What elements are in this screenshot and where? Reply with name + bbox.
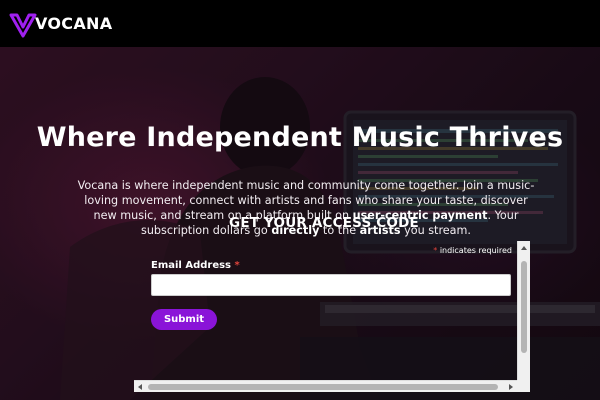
email-required-asterisk: * [234,260,240,271]
vocana-logo[interactable]: VOCANA [8,9,112,39]
site-header: VOCANA [0,0,600,47]
hero-title: Where Independent Music Thrives [36,122,564,153]
scroll-up-arrow-icon[interactable] [521,246,527,250]
email-field[interactable] [151,274,511,296]
vertical-scroll-thumb[interactable] [521,261,527,353]
logo-text: VOCANA [35,14,113,33]
email-label: Email Address * [151,260,240,271]
scrollbar-corner [517,380,530,392]
form-title: GET YOUR ACCESS CODE [229,215,419,231]
signup-form-panel: GET YOUR ACCESS CODE * indicates require… [134,198,530,353]
horizontal-scrollbar[interactable] [134,380,517,392]
scroll-left-arrow-icon[interactable] [138,384,142,390]
required-note: * indicates required [433,246,512,255]
submit-button[interactable]: Submit [151,309,217,330]
required-asterisk: * [433,246,438,255]
required-note-text: indicates required [439,246,512,255]
email-label-text: Email Address [151,260,232,271]
vertical-scrollbar[interactable] [517,241,530,390]
scroll-right-arrow-icon[interactable] [509,384,513,390]
vocana-logo-mark-icon [9,13,37,37]
horizontal-scroll-thumb[interactable] [148,384,498,390]
